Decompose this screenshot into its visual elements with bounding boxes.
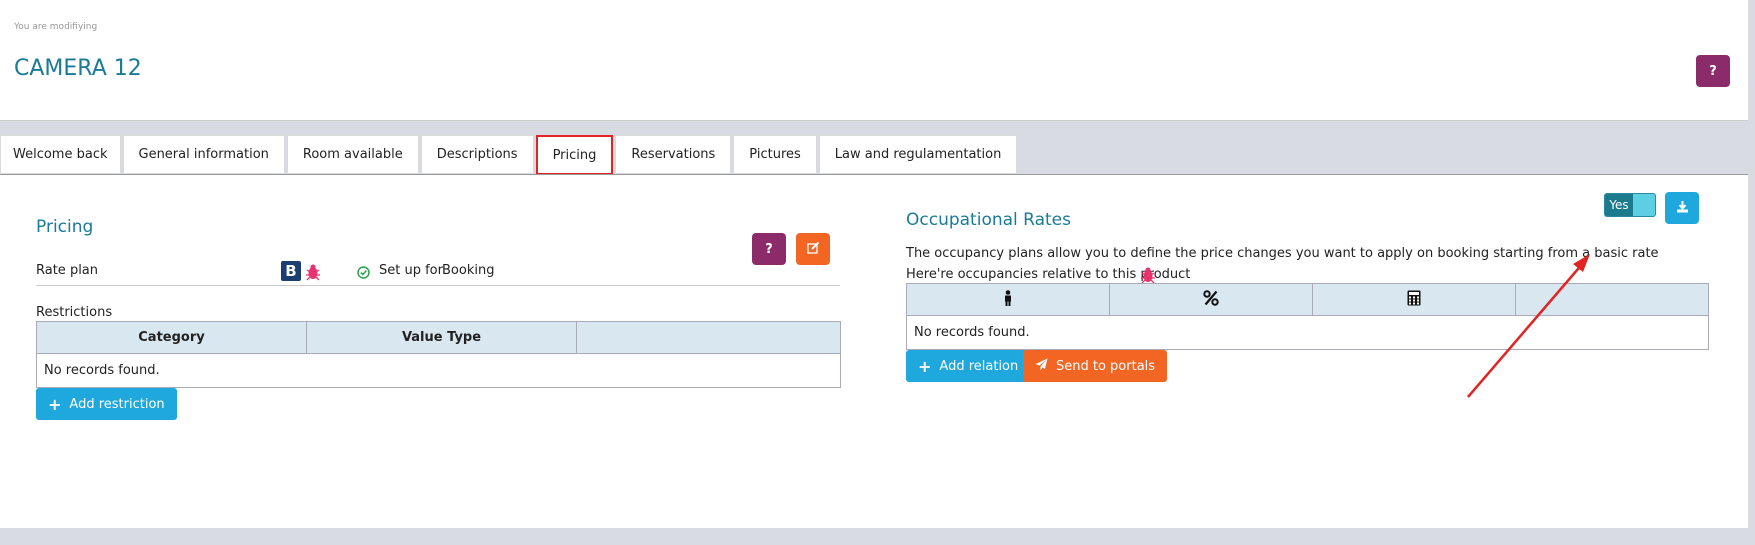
annotation-arrow-icon	[1467, 254, 1590, 398]
